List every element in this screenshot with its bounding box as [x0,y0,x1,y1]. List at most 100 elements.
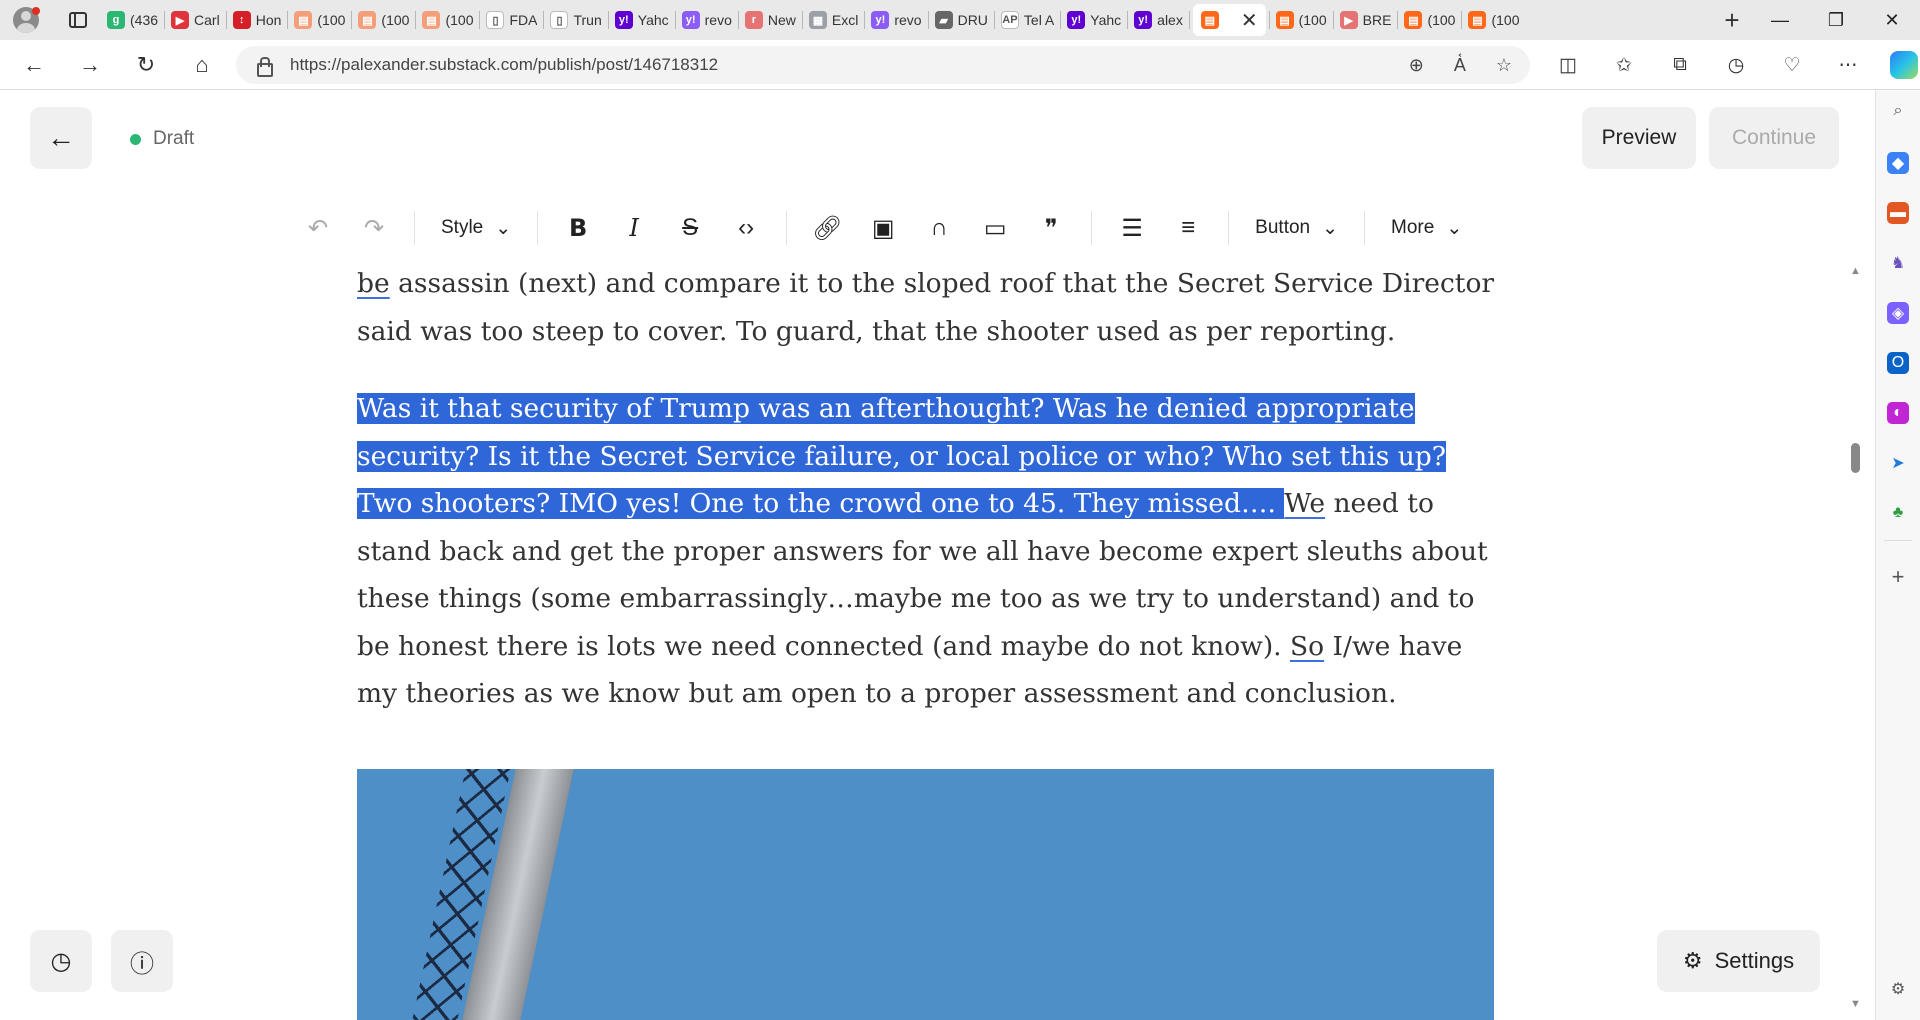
tab-title: (436 [130,12,159,28]
undo-icon[interactable]: ↶ [290,203,346,253]
draft-label: Draft [153,128,195,149]
browser-tab[interactable]: y! Yahc [612,4,672,36]
browser-tab[interactable]: ▤ (100 [291,4,348,36]
sidebar-settings-icon[interactable]: ⚙ [1887,978,1909,1000]
browser-tab[interactable]: ▤ (100 [419,4,476,36]
designer-icon[interactable]: ◐ [1887,402,1909,424]
refresh-button[interactable]: ↻ [118,40,174,90]
close-window-button[interactable]: ✕ [1864,0,1920,40]
close-tab-icon[interactable]: ✕ [1241,8,1258,33]
quote-icon[interactable]: ❞ [1023,203,1079,253]
browser-tab[interactable]: ▯ FDA [483,4,540,36]
add-icon[interactable]: + [1887,564,1909,589]
tab-favicon-icon: ▤ [1200,11,1219,29]
image-icon[interactable]: ▣ [855,203,911,253]
bold-icon[interactable]: B [550,203,606,253]
scroll-down-icon[interactable]: ▼ [1850,998,1861,1010]
tools-icon[interactable]: ▬ [1887,202,1909,224]
tab-active[interactable]: ▤ ✕ [1192,4,1266,36]
zoom-icon[interactable]: ⊕ [1409,55,1424,76]
underlined-word: So [1290,630,1325,662]
more-dropdown[interactable]: More ⌄ [1377,203,1476,253]
browser-tab[interactable]: ▤ (100 [355,4,412,36]
browser-tab[interactable]: ▯ Trun [547,4,604,36]
forward-nav-button[interactable]: → [62,40,118,90]
tab-separator [1188,11,1190,29]
continue-button[interactable]: Continue [1709,107,1839,169]
read-aloud-icon[interactable]: A᷾ [1454,55,1466,76]
page-scrollbar[interactable]: ▲ ▼ [1842,265,1870,1010]
strikethrough-icon[interactable]: S [662,203,718,253]
tab-actions-button[interactable] [52,0,104,40]
games-icon[interactable]: ♞ [1887,252,1909,274]
send-icon[interactable]: ➤ [1887,452,1909,474]
lock-icon [254,56,273,77]
restore-button[interactable]: ❐ [1808,0,1864,40]
version-history-button[interactable]: ◷ [30,930,92,992]
italic-icon[interactable]: I [606,203,662,253]
home-button[interactable]: ⌂ [174,40,230,90]
copilot-button[interactable] [1876,40,1920,90]
browser-tab[interactable]: y! Yahc [1064,4,1124,36]
browser-tab[interactable]: ▤ (100 [1465,4,1522,36]
settings-more-icon[interactable]: ⋯ [1820,40,1876,90]
paragraph-2[interactable]: Was it that security of Trump was an aft… [357,385,1497,718]
browser-tab[interactable]: y! revo [868,4,924,36]
back-button[interactable]: ← [30,107,92,169]
collections-icon[interactable]: ⧉ [1652,40,1708,90]
browser-tab[interactable]: ▶ BRE [1337,4,1395,36]
tab-favicon-icon: y! [1067,11,1086,29]
toolbar-divider [1091,211,1093,245]
selected-text: Was it that security of Trump was an aft… [357,393,1446,519]
numbered-list-icon[interactable]: ≡ [1160,203,1216,253]
info-button[interactable]: ⓘ [111,930,173,992]
code-icon[interactable]: ‹› [718,203,774,253]
scroll-thumb[interactable] [1851,443,1860,473]
preview-button[interactable]: Preview [1582,107,1696,169]
browser-tab[interactable]: g (436 [104,4,161,36]
back-nav-button[interactable]: ← [6,40,62,90]
minimize-button[interactable]: — [1752,0,1808,40]
outlook-icon[interactable]: O [1887,352,1909,374]
profile-button[interactable] [0,0,52,40]
button-dropdown[interactable]: Button ⌄ [1241,203,1352,253]
tab-title: (100 [445,12,474,28]
browser-tab[interactable]: y! revo [679,4,735,36]
favorite-star-icon[interactable]: ☆ [1496,55,1512,76]
toolbar-divider [1228,211,1230,245]
history-icon[interactable]: ◷ [1708,40,1764,90]
browser-tab[interactable]: r New [742,4,799,36]
browser-tab[interactable]: y! alex [1131,4,1186,36]
bulleted-list-icon[interactable]: ☰ [1104,203,1160,253]
browser-tab[interactable]: ▤ (100 [1401,4,1458,36]
shopping-tag-icon[interactable]: ◆ [1887,152,1909,174]
new-tab-button[interactable]: + [1712,5,1752,36]
browser-tab[interactable]: ▤ (100 [1273,4,1330,36]
video-icon[interactable]: ▭ [967,203,1023,253]
tab-favicon-icon: ▤ [422,11,441,29]
post-image[interactable] [357,769,1494,1020]
browser-tab[interactable]: ↕ Hon [230,4,285,36]
tree-icon[interactable]: ♣ [1887,502,1909,524]
browser-tab[interactable]: ▶ Carl [168,4,223,36]
tab-separator [351,11,353,29]
favorites-icon[interactable]: ✩ [1596,40,1652,90]
redo-icon[interactable]: ↷ [346,203,402,253]
link-icon[interactable]: 🔗︎ [799,203,855,253]
audio-icon[interactable]: ∩ [911,203,967,253]
address-bar[interactable]: https://palexander.substack.com/publish/… [236,46,1530,84]
browser-tab[interactable]: ▰ DRU [932,4,991,36]
browser-tab[interactable]: AP Tel A [998,4,1057,36]
scroll-up-icon[interactable]: ▲ [1850,265,1861,277]
settings-button[interactable]: ⚙ Settings [1657,930,1820,992]
search-icon[interactable]: ⌕ [1887,100,1909,122]
paragraph-1[interactable]: be assassin (next) and compare it to the… [357,260,1497,355]
split-screen-icon[interactable]: ◫ [1540,40,1596,90]
browser-tab[interactable]: ▦ Excl [806,4,861,36]
microsoft-365-icon[interactable]: ◈ [1887,302,1909,324]
browser-essentials-icon[interactable]: ♡ [1764,40,1820,90]
style-dropdown[interactable]: Style ⌄ [427,203,525,253]
tab-title: FDA [509,12,538,28]
tab-strip: g (436 ▶ Carl ↕ Hon ▤ (100 ▤ (100 ▤ (100 ▯ FDA ▯ Trun y!… [0,0,1920,40]
post-body-editor[interactable]: be assassin (next) and compare it to the… [357,260,1497,748]
